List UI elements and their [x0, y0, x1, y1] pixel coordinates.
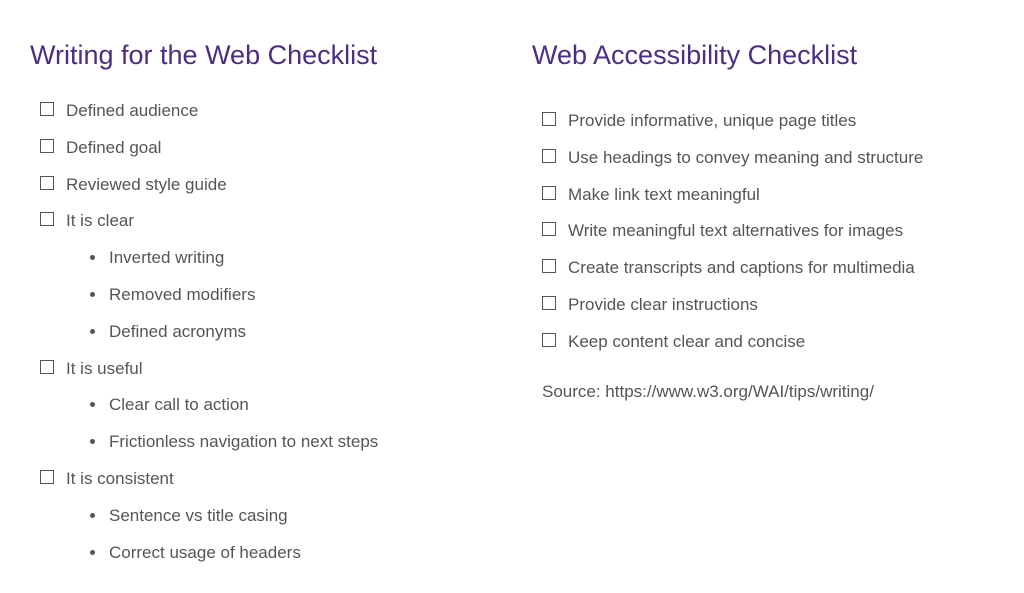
check-label: It is clear — [66, 209, 134, 233]
checkbox-icon — [542, 149, 556, 163]
checkbox-icon — [542, 186, 556, 200]
sub-label: Frictionless navigation to next steps — [109, 430, 378, 454]
list-item: Reviewed style guide — [40, 173, 492, 197]
sub-label: Sentence vs title casing — [109, 504, 288, 528]
checkbox-icon — [542, 112, 556, 126]
list-item: It is useful — [40, 357, 492, 381]
bullet-icon — [90, 329, 95, 334]
list-item: Use headings to convey meaning and struc… — [542, 146, 994, 170]
list-item: It is clear — [40, 209, 492, 233]
list-item: Write meaningful text alternatives for i… — [542, 219, 994, 243]
checkbox-icon — [40, 470, 54, 484]
right-column: Web Accessibility Checklist Provide info… — [532, 40, 994, 563]
sub-item: Inverted writing — [90, 246, 492, 270]
source-text: Source: https://www.w3.org/WAI/tips/writ… — [532, 382, 994, 402]
check-label: It is consistent — [66, 467, 174, 491]
list-item: Provide informative, unique page titles — [542, 109, 994, 133]
left-heading: Writing for the Web Checklist — [30, 40, 492, 71]
check-label: Provide clear instructions — [568, 293, 758, 317]
right-heading: Web Accessibility Checklist — [532, 40, 994, 71]
left-column: Writing for the Web Checklist Defined au… — [30, 40, 492, 563]
check-label: Create transcripts and captions for mult… — [568, 256, 915, 280]
sub-list: Sentence vs title casing Correct usage o… — [40, 504, 492, 565]
check-label: Reviewed style guide — [66, 173, 227, 197]
sub-label: Defined acronyms — [109, 320, 246, 344]
checkbox-icon — [40, 176, 54, 190]
bullet-icon — [90, 550, 95, 555]
bullet-icon — [90, 402, 95, 407]
sub-item: Defined acronyms — [90, 320, 492, 344]
sub-label: Correct usage of headers — [109, 541, 301, 565]
list-item: Defined goal — [40, 136, 492, 160]
sub-list: Clear call to action Frictionless naviga… — [40, 393, 492, 454]
check-label: Provide informative, unique page titles — [568, 109, 856, 133]
sub-label: Inverted writing — [109, 246, 224, 270]
sub-item: Removed modifiers — [90, 283, 492, 307]
check-label: Keep content clear and concise — [568, 330, 805, 354]
sub-label: Clear call to action — [109, 393, 249, 417]
bullet-icon — [90, 255, 95, 260]
check-label: Defined goal — [66, 136, 161, 160]
checkbox-icon — [542, 333, 556, 347]
bullet-icon — [90, 292, 95, 297]
checkbox-icon — [542, 222, 556, 236]
list-item: Provide clear instructions — [542, 293, 994, 317]
list-item: Keep content clear and concise — [542, 330, 994, 354]
checkbox-icon — [40, 102, 54, 116]
list-item: It is consistent — [40, 467, 492, 491]
check-label: Use headings to convey meaning and struc… — [568, 146, 923, 170]
writing-checklist: Defined audience Defined goal Reviewed s… — [30, 99, 492, 564]
sub-item: Frictionless navigation to next steps — [90, 430, 492, 454]
checkbox-icon — [542, 259, 556, 273]
check-label: Make link text meaningful — [568, 183, 760, 207]
checkbox-icon — [40, 212, 54, 226]
sub-list: Inverted writing Removed modifiers Defin… — [40, 246, 492, 343]
sub-label: Removed modifiers — [109, 283, 255, 307]
check-label: Defined audience — [66, 99, 198, 123]
checkbox-icon — [40, 360, 54, 374]
checkbox-icon — [40, 139, 54, 153]
sub-item: Correct usage of headers — [90, 541, 492, 565]
accessibility-checklist: Provide informative, unique page titles … — [532, 109, 994, 354]
list-item: Create transcripts and captions for mult… — [542, 256, 994, 280]
check-label: It is useful — [66, 357, 143, 381]
check-label: Write meaningful text alternatives for i… — [568, 219, 903, 243]
checkbox-icon — [542, 296, 556, 310]
bullet-icon — [90, 513, 95, 518]
list-item: Defined audience — [40, 99, 492, 123]
bullet-icon — [90, 439, 95, 444]
sub-item: Clear call to action — [90, 393, 492, 417]
sub-item: Sentence vs title casing — [90, 504, 492, 528]
list-item: Make link text meaningful — [542, 183, 994, 207]
